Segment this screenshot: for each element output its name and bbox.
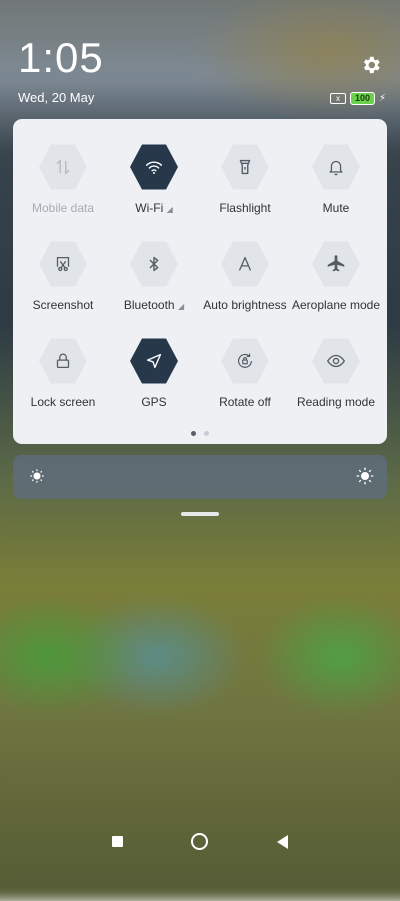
tile-gps[interactable]: GPS (108, 337, 200, 409)
battery-indicator: 100 (349, 92, 375, 105)
wifi-icon (130, 144, 178, 190)
settings-gear-icon[interactable] (360, 54, 382, 76)
tile-lock-screen[interactable]: Lock screen (17, 337, 109, 409)
tile-reading-mode[interactable]: Reading mode (290, 337, 382, 409)
mobile-data-icon (39, 144, 87, 190)
tile-wifi[interactable]: Wi-Fi ◢ (108, 143, 200, 215)
expand-arrow-icon[interactable]: ◢ (167, 205, 173, 214)
home-circle-icon[interactable] (191, 833, 208, 850)
recents-square-icon[interactable] (112, 836, 123, 847)
tile-label: Rotate off (219, 395, 271, 409)
tile-label: Lock screen (30, 395, 96, 409)
brightness-low-icon (30, 469, 44, 483)
tile-label: Bluetooth (123, 298, 175, 312)
tile-screenshot[interactable]: Screenshot (17, 240, 109, 312)
tile-flashlight[interactable]: Flashlight (199, 143, 291, 215)
status-header: 1:05 Wed, 20 May (18, 34, 104, 105)
tile-label: Screenshot (32, 298, 94, 312)
flashlight-icon (221, 144, 269, 190)
tile-label: Reading mode (296, 395, 376, 409)
brightness-high-icon (356, 467, 374, 485)
tile-label: Flashlight (219, 201, 271, 215)
tile-auto-brightness[interactable]: Auto brightness (199, 240, 291, 312)
tile-label: GPS (141, 395, 167, 409)
tile-mute[interactable]: Mute (290, 143, 382, 215)
navigation-bar (0, 830, 400, 854)
date[interactable]: Wed, 20 May (18, 90, 104, 105)
tile-aeroplane-mode[interactable]: Aeroplane mode (290, 240, 382, 312)
screenshot-scissors-icon (39, 241, 87, 287)
charging-icon: ⚡ (378, 93, 386, 104)
expand-arrow-icon[interactable]: ◢ (178, 302, 184, 311)
eye-icon (312, 338, 360, 384)
drag-handle[interactable] (181, 512, 219, 516)
aeroplane-icon (312, 241, 360, 287)
tile-label: Aeroplane mode (291, 298, 381, 312)
bell-icon (312, 144, 360, 190)
tile-bluetooth[interactable]: Bluetooth ◢ (108, 240, 200, 312)
tile-label: Auto brightness (203, 298, 287, 312)
rotate-lock-icon (221, 338, 269, 384)
tile-mobile-data[interactable]: Mobile data (17, 143, 109, 215)
page-dot-active[interactable] (191, 431, 196, 436)
status-icons: x 100 ⚡ (329, 92, 386, 105)
clock[interactable]: 1:05 (18, 34, 104, 82)
lock-icon (39, 338, 87, 384)
tile-label: Mobile data (31, 201, 95, 215)
back-triangle-icon[interactable] (277, 835, 288, 849)
tile-label: Wi-Fi (135, 201, 164, 215)
navigation-arrow-icon (130, 338, 178, 384)
tile-label: Mute (322, 201, 350, 215)
page-dot[interactable] (204, 431, 209, 436)
no-sim-icon: x (329, 93, 346, 104)
tile-rotate-off[interactable]: Rotate off (199, 337, 291, 409)
quick-settings-panel: Mobile data Wi-Fi ◢ Flashlight Mute Scre… (13, 119, 387, 444)
brightness-slider[interactable] (13, 455, 387, 499)
auto-brightness-a-icon (221, 241, 269, 287)
page-indicator (13, 423, 387, 441)
bluetooth-icon (130, 241, 178, 287)
